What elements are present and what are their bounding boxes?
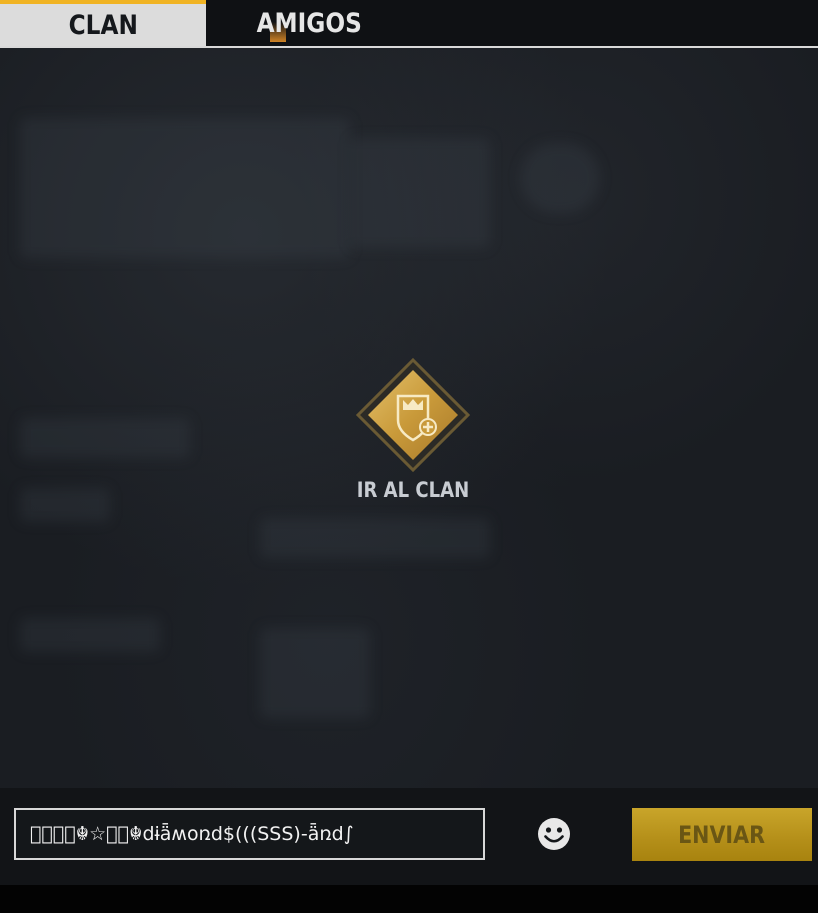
blurred-background-row bbox=[260, 518, 490, 558]
blurred-background-row bbox=[20, 488, 110, 522]
send-button[interactable]: ENVIAR bbox=[632, 808, 812, 861]
chat-screen: CLAN AMIGOS IR AL CLAN ꦿ⃟ঔ⃟☬☆⃟⍭☬dɨǟʍօռd$… bbox=[0, 0, 818, 913]
tab-amigos[interactable]: AMIGOS bbox=[206, 0, 412, 46]
chat-message-input[interactable]: ꦿ⃟ঔ⃟☬☆⃟⍭☬dɨǟʍօռd$(((SSS)-ǟռd∫ bbox=[14, 808, 485, 860]
blurred-background-row bbox=[20, 618, 160, 652]
smiley-face-icon[interactable] bbox=[536, 816, 572, 852]
tab-amigos-label: AMIGOS bbox=[256, 7, 362, 39]
blurred-background-block bbox=[260, 628, 370, 718]
tab-clan[interactable]: CLAN bbox=[0, 0, 206, 46]
screen-bottom-edge bbox=[0, 885, 818, 913]
tab-clan-label: CLAN bbox=[68, 9, 138, 41]
clan-shield-add-icon[interactable] bbox=[356, 358, 470, 472]
tab-bar: CLAN AMIGOS bbox=[0, 0, 818, 48]
blurred-background-badge bbox=[520, 143, 600, 213]
blurred-background-panel bbox=[350, 138, 490, 248]
go-to-clan-label[interactable]: IR AL CLAN bbox=[316, 478, 510, 502]
blurred-background-panel bbox=[20, 118, 350, 258]
send-button-label: ENVIAR bbox=[678, 820, 766, 849]
blurred-background-row bbox=[20, 418, 190, 458]
